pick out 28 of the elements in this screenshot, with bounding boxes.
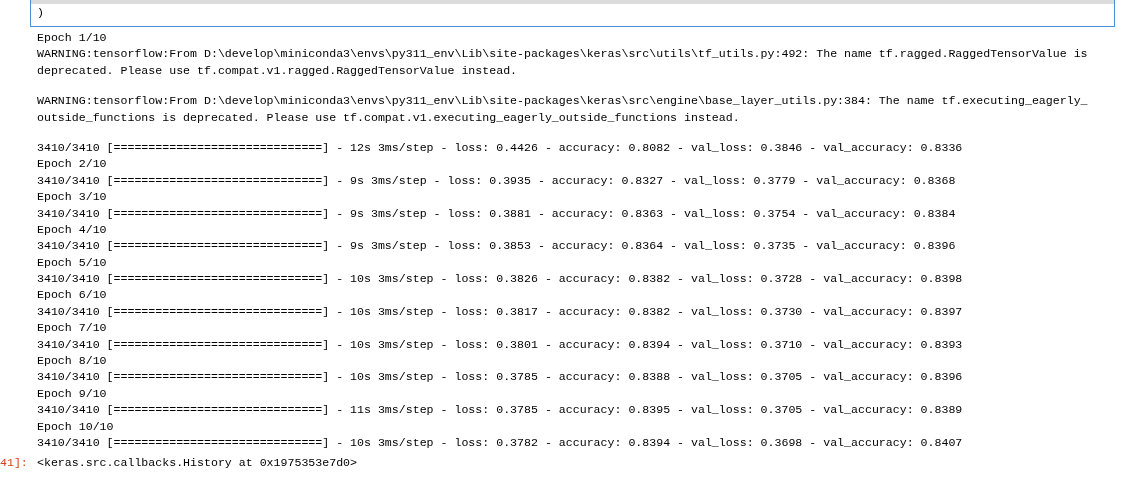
output-line: WARNING:tensorflow:From D:\develop\miniconda3\envs\py311_env\Lib\site-packages\keras\src\engine\base_layer_utils.py:384: The name tf.executing_eagerly_ (37, 93, 1088, 110)
output-line: 3410/3410 [==============================] - 10s 3ms/step - loss: 0.3817 - accuracy: 0.8382 - val_loss: 0.3730 - val_accuracy: 0.8397 (37, 303, 963, 320)
output-result: <keras.src.callbacks.History at 0x1975353e7d0> (37, 455, 358, 472)
output-line: outside_functions is deprecated. Please use tf.compat.v1.executing_eagerly_outside_functions instead. (37, 109, 740, 126)
output-line: Epoch 10/10 (37, 418, 114, 435)
output-line: 3410/3410 [==============================] - 9s 3ms/step - loss: 0.3935 - accuracy: 0.8327 - val_loss: 0.3779 - val_accuracy: 0.8368 (37, 172, 956, 189)
output-prompt: 41]: (0, 455, 29, 472)
output-line: 3410/3410 [==============================] - 10s 3ms/step - loss: 0.3785 - accuracy: 0.8388 - val_loss: 0.3705 - val_accuracy: 0.8396 (37, 369, 963, 386)
output-line: 3410/3410 [==============================] - 12s 3ms/step - loss: 0.4426 - accuracy: 0.8082 - val_loss: 0.3846 - val_accuracy: 0.8336 (37, 139, 963, 156)
output-line: Epoch 6/10 (37, 287, 107, 304)
output-line: 3410/3410 [==============================] - 10s 3ms/step - loss: 0.3782 - accuracy: 0.8394 - val_loss: 0.3698 - val_accuracy: 0.8407 (37, 435, 963, 451)
output-line: Epoch 5/10 (37, 254, 107, 271)
output-line: 3410/3410 [==============================] - 10s 3ms/step - loss: 0.3826 - accuracy: 0.8382 - val_loss: 0.3728 - val_accuracy: 0.8398 (37, 271, 963, 288)
output-line: 3410/3410 [==============================] - 9s 3ms/step - loss: 0.3881 - accuracy: 0.8363 - val_loss: 0.3754 - val_accuracy: 0.8384 (37, 205, 956, 222)
output-line: 3410/3410 [==============================] - 11s 3ms/step - loss: 0.3785 - accuracy: 0.8395 - val_loss: 0.3705 - val_accuracy: 0.8389 (37, 402, 963, 419)
output-line: Epoch 8/10 (37, 353, 107, 370)
output-line: Epoch 1/10 (37, 30, 107, 46)
output-line: Epoch 3/10 (37, 189, 107, 206)
output-line: WARNING:tensorflow:From D:\develop\miniconda3\envs\py311_env\Lib\site-packages\keras\src\utils\tf_utils.py:492: The name tf.ragged.RaggedTensorValue is (37, 46, 1088, 63)
output-line: 3410/3410 [==============================] - 10s 3ms/step - loss: 0.3801 - accuracy: 0.8394 - val_loss: 0.3710 - val_accuracy: 0.8393 (37, 336, 963, 353)
output-line: deprecated. Please use tf.compat.v1.ragged.RaggedTensorValue instead. (37, 62, 518, 79)
code-line: ) (36, 5, 45, 21)
output-line: Epoch 9/10 (37, 385, 107, 402)
output-line: 3410/3410 [==============================] - 9s 3ms/step - loss: 0.3853 - accuracy: 0.8364 - val_loss: 0.3735 - val_accuracy: 0.8396 (37, 238, 956, 255)
output-line: Epoch 4/10 (37, 221, 107, 238)
output-line: Epoch 7/10 (37, 320, 107, 337)
code-cell[interactable]: ) (30, 0, 1115, 27)
output-line: Epoch 2/10 (37, 156, 107, 173)
